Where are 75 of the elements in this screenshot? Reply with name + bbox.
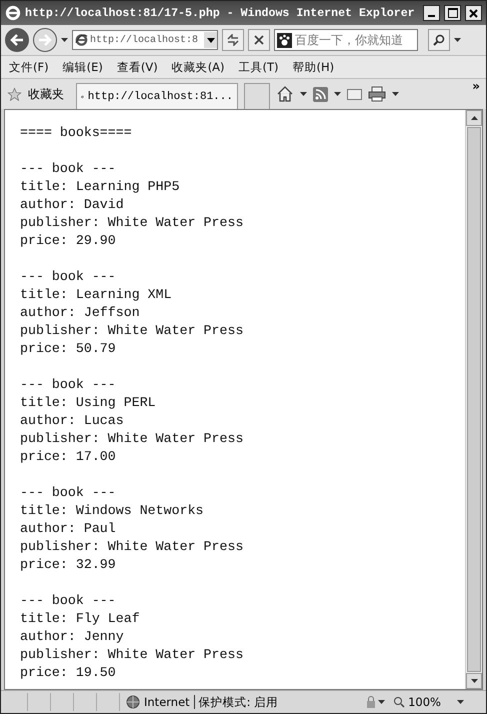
favorites-button[interactable]: 收藏夹 xyxy=(28,86,64,102)
book-header: --- book --- xyxy=(20,484,117,502)
dropdown-arrow-icon[interactable] xyxy=(334,92,341,96)
forward-arrow-icon xyxy=(38,34,52,46)
book-field: author: Jeffson xyxy=(20,304,465,322)
dropdown-arrow-icon[interactable] xyxy=(454,38,461,42)
scroll-up-icon[interactable] xyxy=(470,116,478,120)
book-field: price: 32.99 xyxy=(20,556,465,574)
mail-icon[interactable] xyxy=(347,88,362,100)
dropdown-arrow-icon[interactable] xyxy=(378,700,386,704)
protected-mode-text: 保护模式: 启用 xyxy=(198,694,278,710)
menu-item[interactable]: 帮助(H) xyxy=(292,60,334,74)
book-field: title: Windows Networks xyxy=(20,502,465,520)
close-icon xyxy=(254,35,264,45)
back-arrow-icon xyxy=(10,34,24,46)
book-field: publisher: White Water Press xyxy=(20,538,465,556)
book-field: publisher: White Water Press xyxy=(20,646,465,664)
paw-icon xyxy=(277,32,292,48)
home-icon[interactable] xyxy=(276,85,294,103)
menu-item[interactable]: 文件(F) xyxy=(9,60,49,74)
book-field: title: Learning XML xyxy=(20,286,465,304)
zoom-level[interactable]: 100% xyxy=(408,695,441,709)
scroll-down-icon[interactable] xyxy=(470,679,478,683)
close-icon xyxy=(469,8,478,18)
dropdown-arrow-icon[interactable] xyxy=(204,32,217,48)
menu-item[interactable]: 收藏夹(A) xyxy=(172,60,225,74)
maximize-button[interactable] xyxy=(444,5,461,21)
window-title: http://localhost:81/17-5.php - Windows Internet Explorer xyxy=(25,6,416,20)
zone-text: Internet xyxy=(144,695,190,709)
printer-icon[interactable] xyxy=(368,86,386,102)
book-field: publisher: White Water Press xyxy=(20,214,465,232)
scrollbar[interactable] xyxy=(465,110,482,689)
book-header: --- book --- xyxy=(20,160,117,178)
book-field: author: Paul xyxy=(20,520,465,538)
book-field: author: David xyxy=(20,196,465,214)
book-field: title: Using PERL xyxy=(20,394,465,412)
refresh-icon xyxy=(226,34,240,46)
book-field: author: Lucas xyxy=(20,412,465,430)
book-field: price: 29.90 xyxy=(20,232,465,250)
stop-button[interactable] xyxy=(248,29,270,51)
forward-button[interactable] xyxy=(33,28,57,52)
minimize-button[interactable] xyxy=(423,5,440,21)
book-header: --- book --- xyxy=(20,268,117,286)
more-button[interactable]: » xyxy=(472,79,480,93)
feed-icon[interactable] xyxy=(313,86,328,102)
book-field: price: 19.50 xyxy=(20,664,465,682)
menu-item[interactable]: 工具(T) xyxy=(238,60,279,74)
menu-item[interactable]: 编辑(E) xyxy=(62,60,103,74)
maximize-icon xyxy=(448,8,458,18)
close-button[interactable] xyxy=(465,5,482,21)
search-icon xyxy=(433,34,445,46)
book-field: price: 50.79 xyxy=(20,340,465,358)
book-header: --- book --- xyxy=(20,376,117,394)
refresh-button[interactable] xyxy=(222,29,244,51)
page-heading: ==== books==== xyxy=(20,124,133,142)
dropdown-arrow-icon[interactable] xyxy=(392,92,399,96)
address-field[interactable]: http://localhost:8 xyxy=(72,30,218,50)
search-button[interactable] xyxy=(428,29,450,51)
globe-icon xyxy=(126,695,140,709)
book-header: --- book --- xyxy=(20,592,117,610)
back-button[interactable] xyxy=(5,28,29,52)
book-field: title: Fly Leaf xyxy=(20,610,465,628)
browser-tab[interactable]: http://localhost:81... xyxy=(76,83,238,109)
menu-item[interactable]: 查看(V) xyxy=(116,60,158,74)
book-field: publisher: White Water Press xyxy=(20,430,465,448)
dropdown-arrow-icon[interactable] xyxy=(300,92,307,96)
book-field: title: Learning PHP5 xyxy=(20,178,465,196)
dropdown-arrow-icon[interactable] xyxy=(61,38,68,42)
book-field: author: Jenny xyxy=(20,628,465,646)
dropdown-arrow-icon[interactable] xyxy=(457,700,464,704)
book-field: price: 17.00 xyxy=(20,448,465,466)
book-field: publisher: White Water Press xyxy=(20,322,465,340)
star-icon xyxy=(7,86,22,102)
search-field[interactable]: 百度一下，你就知道 xyxy=(274,29,418,51)
zoom-icon[interactable] xyxy=(393,696,406,708)
